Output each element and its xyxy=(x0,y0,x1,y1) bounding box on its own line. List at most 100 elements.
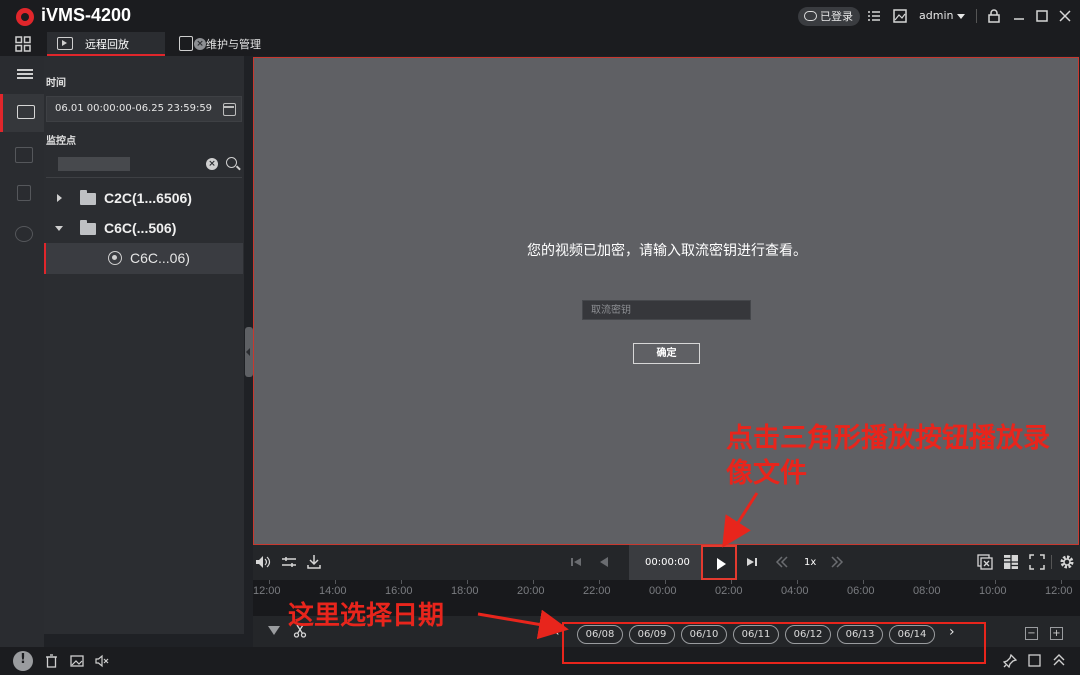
warning-icon[interactable] xyxy=(13,651,33,671)
timeline-tick-label: 12:00 xyxy=(1045,585,1073,597)
left-icon-rail xyxy=(0,56,44,647)
timeline-tick xyxy=(1061,580,1062,584)
timeline-tick-label: 10:00 xyxy=(979,585,1007,597)
adjust-icon[interactable] xyxy=(281,554,297,570)
timeline-tick xyxy=(929,580,930,584)
close-icon[interactable] xyxy=(1058,9,1072,23)
mute-icon[interactable] xyxy=(95,654,109,668)
annotation-play-hint: 点击三角形播放按钮播放录像文件 xyxy=(726,423,1050,489)
timeline-tick-label: 08:00 xyxy=(913,585,941,597)
login-status-badge[interactable]: 已登录 xyxy=(798,7,860,26)
timeline-tick-label: 02:00 xyxy=(715,585,743,597)
search-icon[interactable] xyxy=(226,157,237,168)
timeline-tick xyxy=(599,580,600,584)
camera-icon xyxy=(108,251,122,265)
chevron-right-icon[interactable] xyxy=(57,194,62,202)
monitor-label: 监控点 xyxy=(46,136,76,147)
layout-icon[interactable] xyxy=(1003,554,1019,570)
minimize-icon[interactable] xyxy=(1012,9,1026,23)
tree-item-label: C6C(...506) xyxy=(104,220,177,236)
timeline-tick-label: 14:00 xyxy=(319,585,347,597)
gear-icon[interactable] xyxy=(1059,554,1075,570)
lock-icon[interactable] xyxy=(987,9,1001,23)
fullscreen-icon[interactable] xyxy=(1029,554,1045,570)
chevron-up-double-icon[interactable] xyxy=(1052,653,1066,667)
timeline-tick xyxy=(995,580,996,584)
slow-down-icon[interactable] xyxy=(774,554,790,570)
folder-icon xyxy=(80,190,96,205)
timeline-tick xyxy=(797,580,798,584)
rail-item-list[interactable] xyxy=(15,147,33,163)
rail-item-playback[interactable] xyxy=(0,94,44,132)
volume-icon[interactable] xyxy=(255,554,271,570)
search-row: × xyxy=(46,152,242,178)
encryption-message: 您的视频已加密，请输入取流密钥进行查看。 xyxy=(527,243,807,259)
playback-icon xyxy=(17,105,35,119)
window-icon[interactable] xyxy=(1028,654,1041,667)
timeline-tick xyxy=(269,580,270,584)
grid-icon[interactable] xyxy=(15,36,31,52)
play-button[interactable] xyxy=(701,545,737,580)
step-forward-icon[interactable] xyxy=(744,554,760,570)
tab-bar: 远程回放 × 维护与管理 xyxy=(0,32,1080,56)
app-title: iVMS-4200 xyxy=(41,5,132,25)
speed-up-icon[interactable] xyxy=(829,554,845,570)
calendar-icon[interactable] xyxy=(223,103,236,116)
zoom-in-button[interactable]: + xyxy=(1050,627,1063,640)
rail-item-device[interactable] xyxy=(17,185,31,201)
chevron-down-icon[interactable] xyxy=(55,226,63,231)
tab-maintenance[interactable]: 维护与管理 xyxy=(176,32,286,56)
timeline-tick-label: 06:00 xyxy=(847,585,875,597)
tab-remote-playback[interactable]: 远程回放 × xyxy=(47,32,206,56)
previous-segment-icon[interactable] xyxy=(568,554,584,570)
confirm-button[interactable]: 确定 xyxy=(633,343,700,364)
picture-icon[interactable] xyxy=(70,654,84,668)
stream-key-input[interactable] xyxy=(582,300,751,320)
menu-icon[interactable] xyxy=(17,69,33,79)
annotation-date-box xyxy=(562,622,986,664)
search-input[interactable] xyxy=(56,156,196,174)
timeline-tick-label: 20:00 xyxy=(517,585,545,597)
playback-controls: 00:00:00 1x xyxy=(253,545,1080,580)
tree-item-label: C6C...06) xyxy=(130,250,190,266)
filter-icon[interactable] xyxy=(268,626,280,635)
clear-icon[interactable]: × xyxy=(206,158,218,170)
chevron-left-icon[interactable]: ‹ xyxy=(554,624,560,640)
panel-collapse-handle[interactable] xyxy=(245,327,253,377)
timeline-tick-label: 00:00 xyxy=(649,585,677,597)
timeline-tick xyxy=(335,580,336,584)
playback-speed: 1x xyxy=(804,557,817,568)
playback-icon xyxy=(57,37,73,50)
rail-item-circle[interactable] xyxy=(15,226,33,242)
timeline-tick-label: 04:00 xyxy=(781,585,809,597)
timeline-tick xyxy=(731,580,732,584)
time-range-field[interactable]: 06.01 00:00:00-06.25 23:59:59 xyxy=(46,96,242,122)
timeline-tick xyxy=(401,580,402,584)
left-panel: 时间 06.01 00:00:00-06.25 23:59:59 监控点 × C… xyxy=(44,56,244,634)
user-menu[interactable]: admin xyxy=(919,9,953,22)
timeline-tick xyxy=(863,580,864,584)
timeline-tick-label: 22:00 xyxy=(583,585,611,597)
download-icon[interactable] xyxy=(306,554,322,570)
maintenance-icon xyxy=(179,36,193,51)
tree-item-label: C2C(1...6506) xyxy=(104,190,192,206)
maximize-icon[interactable] xyxy=(1035,9,1049,23)
pin-icon[interactable] xyxy=(1003,654,1017,668)
chevron-down-icon[interactable] xyxy=(957,14,965,19)
list-icon[interactable] xyxy=(867,9,881,23)
trash-icon[interactable] xyxy=(45,654,58,668)
login-status-label: 已登录 xyxy=(820,10,853,23)
step-back-icon[interactable] xyxy=(596,554,612,570)
timeline-tick-label: 12:00 xyxy=(253,585,281,597)
timeline-tick-label: 16:00 xyxy=(385,585,413,597)
timeline-tick xyxy=(533,580,534,584)
time-range-value: 06.01 00:00:00-06.25 23:59:59 xyxy=(55,103,213,114)
app-logo-icon xyxy=(16,8,34,26)
cloud-icon xyxy=(804,11,817,21)
close-all-icon[interactable] xyxy=(977,554,993,570)
image-icon[interactable] xyxy=(893,9,907,23)
tree-item-group[interactable]: C2C(1...6506) xyxy=(44,184,244,214)
tree-item-group[interactable]: C6C(...506) xyxy=(44,214,244,244)
tree-item-camera[interactable]: C6C...06) xyxy=(44,243,243,274)
zoom-out-button[interactable]: − xyxy=(1025,627,1038,640)
